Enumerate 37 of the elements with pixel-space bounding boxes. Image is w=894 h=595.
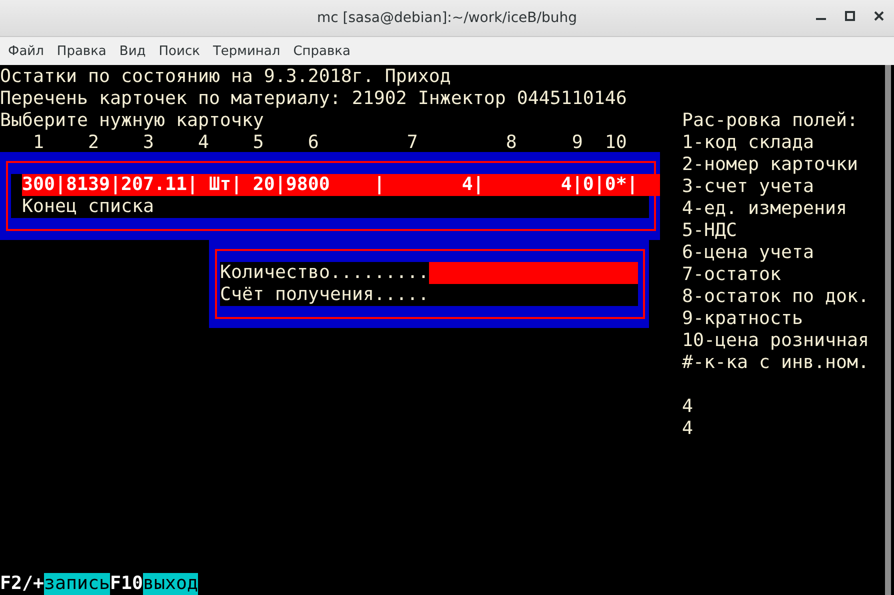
list-end-text: Конец списка xyxy=(22,196,155,218)
legend-line: 9-кратность xyxy=(682,308,804,330)
terminal-line: Остатки по состоянию на 9.3.2018г. Приход xyxy=(0,66,452,88)
maximize-icon[interactable] xyxy=(845,11,855,21)
window-title: mc [sasa@debian]:~/work/iceB/buhg xyxy=(317,10,577,26)
terminal-line: Перечень карточек по материалу: 21902 Інжектор 0445110146 xyxy=(0,88,628,110)
menu-item[interactable]: Файл xyxy=(3,44,49,58)
menu-item[interactable]: Терминал xyxy=(208,44,286,58)
menu-item[interactable]: Вид xyxy=(114,44,151,58)
legend-line: 7-остаток xyxy=(682,264,782,286)
field-label: Счёт получения..... xyxy=(220,284,429,306)
legend-line: 4-ед. измерения xyxy=(682,198,848,220)
hotkey: F10 xyxy=(110,573,143,595)
legend-line: Рас-ровка полей: xyxy=(682,110,859,132)
field-label: Количество......... xyxy=(220,262,429,284)
terminal-line: 4 xyxy=(682,396,694,418)
legend-line: 3-счет учета xyxy=(682,176,815,198)
legend-line: 6-цена учета xyxy=(682,242,815,264)
list-row[interactable]: 300|8139|207.11| Шт| 20|9800 | 4| 4|0|0*| xyxy=(22,174,649,196)
close-icon[interactable] xyxy=(874,11,884,21)
hotkey: F2/+ xyxy=(0,573,44,595)
legend-line: 8-остаток по док. xyxy=(682,286,869,308)
menu-item[interactable]: Справка xyxy=(288,44,356,58)
column-numbers: 1 2 3 4 5 6 7 8 9 10 xyxy=(32,132,628,154)
terminal-line: 4 xyxy=(682,418,694,440)
legend-line: 1-код склада xyxy=(682,132,815,154)
scrollbar-thumb[interactable] xyxy=(885,65,891,595)
input-field[interactable] xyxy=(428,262,638,284)
legend-line: 5-НДС xyxy=(682,220,738,242)
hotkey-label[interactable]: запись xyxy=(44,573,110,595)
legend-line: #-к-ка с инв.ном. xyxy=(682,352,869,374)
terminal-line: Выберите нужную карточку xyxy=(0,110,265,132)
legend-line: 2-номер карточки xyxy=(682,154,859,176)
hotkey-label[interactable]: выход xyxy=(142,573,198,595)
menu-item[interactable]: Поиск xyxy=(154,44,205,58)
legend-line: 10-цена розничная xyxy=(682,330,869,352)
menu-item[interactable]: Правка xyxy=(52,44,112,58)
